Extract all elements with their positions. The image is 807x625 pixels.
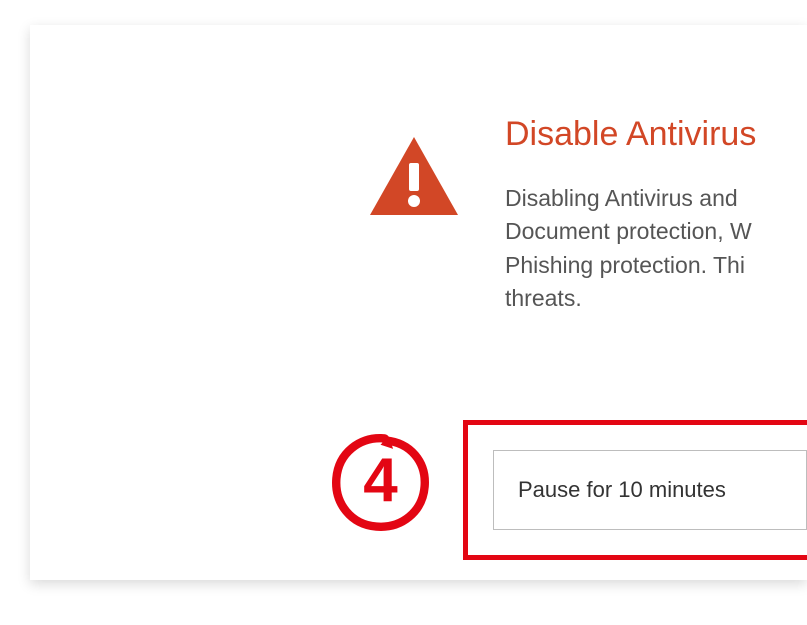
step-number: 4 xyxy=(363,445,397,516)
dropdown-selected-value: Pause for 10 minutes xyxy=(518,477,726,503)
disable-antivirus-dialog: Disable Antivirus Disabling Antivirus an… xyxy=(30,25,807,580)
dialog-title: Disable Antivirus xyxy=(505,115,807,154)
warning-icon xyxy=(370,137,458,220)
annotation-highlight-box: Pause for 10 minutes xyxy=(463,420,807,560)
pause-duration-dropdown[interactable]: Pause for 10 minutes xyxy=(493,450,807,530)
dialog-body-text: Disabling Antivirus and Document protect… xyxy=(505,182,807,315)
step-annotation-badge: 4 xyxy=(328,430,433,535)
